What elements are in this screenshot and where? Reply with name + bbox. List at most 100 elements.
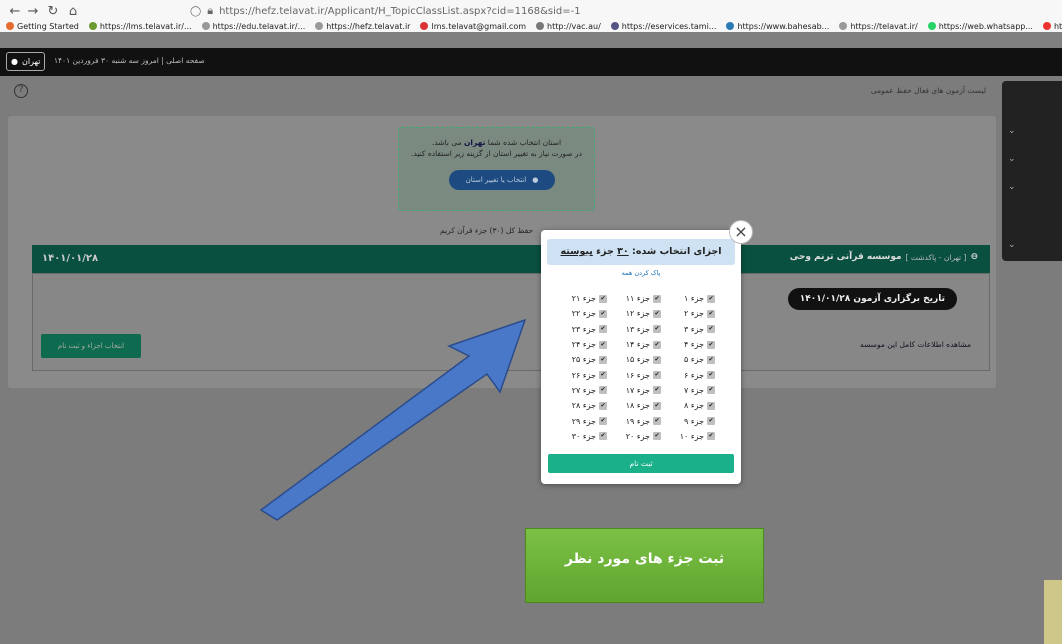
selection-status: پیوسته: [560, 246, 593, 257]
annotation-callout: ثبت جزء های مورد نظر: [525, 528, 764, 603]
checkbox-checked-icon: ✔: [599, 294, 607, 303]
bookmark-item[interactable]: https://edu.telavat.ir/...: [201, 20, 305, 32]
site-icon: [536, 22, 545, 30]
part-checkbox[interactable]: ✔ جزء ۳: [667, 322, 721, 337]
parts-selection-modal: اجزای انتخاب شده: ۳۰ جزء پیوسته پاک کردن…: [541, 230, 741, 484]
part-checkbox[interactable]: ✔ جزء ۱۶: [613, 367, 667, 382]
part-checkbox[interactable]: ✔ جزء ۲۸: [559, 398, 613, 413]
part-checkbox[interactable]: ✔ جزء ۷: [667, 383, 721, 398]
chevron-down-icon[interactable]: ⌄: [1008, 240, 1016, 250]
location-pin-icon: ●: [532, 175, 539, 184]
part-checkbox[interactable]: ✔ جزء ۱۴: [613, 337, 667, 352]
gmail-icon: [420, 22, 429, 30]
part-checkbox[interactable]: ✔ جزء ۲۹: [559, 413, 613, 428]
reload-icon[interactable]: ↻: [44, 4, 62, 19]
part-checkbox[interactable]: ✔ جزء ۲۷: [559, 383, 613, 398]
part-checkbox[interactable]: ✔ جزء ۳۰: [559, 429, 613, 444]
part-checkbox[interactable]: ✔ جزء ۱۲: [613, 306, 667, 321]
checkbox-checked-icon: ✔: [707, 294, 715, 303]
checkbox-checked-icon: ✔: [707, 355, 715, 364]
part-checkbox[interactable]: ✔ جزء ۵: [667, 352, 721, 367]
part-checkbox[interactable]: ✔ جزء ۲۳: [559, 322, 613, 337]
url-text: https://hefz.telavat.ir/Applicant/H_Topi…: [219, 5, 581, 17]
chevron-down-icon[interactable]: ⌄: [1008, 126, 1016, 136]
part-checkbox[interactable]: ✔ جزء ۲: [667, 306, 721, 321]
close-icon[interactable]: ×: [729, 220, 753, 244]
bookmark-item[interactable]: https://lms.telavat.ir/...: [88, 20, 192, 32]
bookmark-item[interactable]: https://eservices.tami...: [610, 20, 716, 32]
site-icon: [1042, 22, 1051, 30]
collapse-icon[interactable]: ⊖: [970, 252, 978, 262]
chevron-down-icon[interactable]: ⌄: [1008, 154, 1016, 164]
modal-header: اجزای انتخاب شده: ۳۰ جزء پیوسته: [547, 239, 735, 265]
bookmark-item[interactable]: https://telavat.ir/: [839, 20, 918, 32]
back-icon[interactable]: ←: [6, 4, 24, 19]
part-checkbox[interactable]: ✔ جزء ۱۷: [613, 383, 667, 398]
location-pin-icon: ●: [11, 57, 18, 66]
checkbox-checked-icon: ✔: [653, 340, 661, 349]
site-icon: [88, 22, 97, 30]
forward-icon[interactable]: →: [24, 4, 42, 19]
bookmark-item[interactable]: http://vac.au/: [536, 20, 601, 32]
checkbox-checked-icon: ✔: [653, 401, 661, 410]
site-icon: [839, 22, 848, 30]
part-checkbox[interactable]: ✔ جزء ۱۳: [613, 322, 667, 337]
part-checkbox[interactable]: ✔ جزء ۱: [667, 291, 721, 306]
institute-info-link[interactable]: مشاهده اطلاعات کامل این موسسه: [860, 340, 971, 349]
province-notice: استان انتخاب شده شما تهران می باشد. در ص…: [398, 127, 595, 211]
location-button[interactable]: ● تهران: [6, 52, 46, 71]
change-province-button[interactable]: ● انتخاب یا تغییر استان: [449, 170, 555, 190]
part-checkbox[interactable]: ✔ جزء ۴: [667, 337, 721, 352]
checkbox-checked-icon: ✔: [599, 401, 607, 410]
part-checkbox[interactable]: ✔ جزء ۱۸: [613, 398, 667, 413]
institute-header[interactable]: ۱۴۰۱/۰۱/۲۸ ⊖ [ تهران - پاکدشت ] موسسه قر…: [32, 245, 990, 273]
bookmark-item[interactable]: https://web.whatsapp...: [927, 20, 1033, 32]
app-header-bar: ● تهران صفحه اصلی | امروز سه شنبه ۳۰ فرو…: [0, 48, 1062, 76]
page-title: لیست آزمون های فعال حفظ عمومی: [870, 86, 986, 95]
part-checkbox[interactable]: ✔ جزء ۲۶: [559, 367, 613, 382]
part-checkbox[interactable]: ✔ جزء ۹: [667, 413, 721, 428]
side-panel: [1002, 81, 1062, 261]
lock-icon: 🔒︎: [207, 4, 214, 17]
part-checkbox[interactable]: ✔ جزء ۱۰: [667, 429, 721, 444]
checkbox-checked-icon: ✔: [653, 325, 661, 334]
home-icon[interactable]: ⌂: [64, 4, 82, 19]
part-checkbox[interactable]: ✔ جزء ۶: [667, 367, 721, 382]
checkbox-checked-icon: ✔: [599, 340, 607, 349]
checkbox-checked-icon: ✔: [707, 371, 715, 380]
part-checkbox[interactable]: ✔ جزء ۱۱: [613, 291, 667, 306]
checkbox-checked-icon: ✔: [653, 294, 661, 303]
checkbox-checked-icon: ✔: [599, 386, 607, 395]
checkbox-checked-icon: ✔: [653, 371, 661, 380]
part-checkbox[interactable]: ✔ جزء ۲۱: [559, 291, 613, 306]
register-submit-button[interactable]: ثبت نام: [548, 454, 734, 473]
checkbox-checked-icon: ✔: [653, 432, 661, 441]
part-checkbox[interactable]: ✔ جزء ۱۹: [613, 413, 667, 428]
selected-count: ۳۰: [617, 246, 629, 257]
checkbox-checked-icon: ✔: [599, 371, 607, 380]
institute-title: ⊖ [ تهران - پاکدشت ] موسسه قرآنی ترنم وح…: [789, 252, 978, 262]
part-checkbox[interactable]: ✔ جزء ۸: [667, 398, 721, 413]
part-checkbox[interactable]: ✔ جزء ۲۰: [613, 429, 667, 444]
select-parts-button[interactable]: انتخاب اجزاء و ثبت نام: [41, 334, 141, 358]
part-checkbox[interactable]: ✔ جزء ۲۵: [559, 352, 613, 367]
quran-section-label: حفظ کل (۳۰) جزء قرآن کریم: [440, 226, 534, 235]
bookmark-item[interactable]: https://www.bahesab...: [726, 20, 829, 32]
part-checkbox[interactable]: ✔ جزء ۲۴: [559, 337, 613, 352]
address-bar[interactable]: ◯ 🔒︎ https://hefz.telavat.ir/Applicant/H…: [190, 4, 581, 18]
arrow-shape: [259, 318, 527, 521]
decorative-edge: [1044, 580, 1062, 644]
part-checkbox[interactable]: ✔ جزء ۲۲: [559, 306, 613, 321]
help-icon[interactable]: ?: [14, 84, 28, 98]
bookmark-item[interactable]: https://kitset.ir/conver...: [1042, 20, 1062, 32]
checkbox-checked-icon: ✔: [653, 386, 661, 395]
exam-date-badge: تاریخ برگزاری آزمون ۱۴۰۱/۰۱/۲۸: [787, 288, 957, 310]
bookmark-item[interactable]: lms.telavat@gmail.com: [420, 20, 526, 32]
clear-all-link[interactable]: پاک کردن همه: [541, 269, 741, 277]
bookmark-item[interactable]: https://hefz.telavat.ir: [315, 20, 410, 32]
checkbox-checked-icon: ✔: [599, 309, 607, 318]
bookmark-item[interactable]: Getting Started: [6, 20, 79, 32]
chevron-down-icon[interactable]: ⌄: [1008, 182, 1016, 192]
part-checkbox[interactable]: ✔ جزء ۱۵: [613, 352, 667, 367]
checkbox-checked-icon: ✔: [707, 340, 715, 349]
